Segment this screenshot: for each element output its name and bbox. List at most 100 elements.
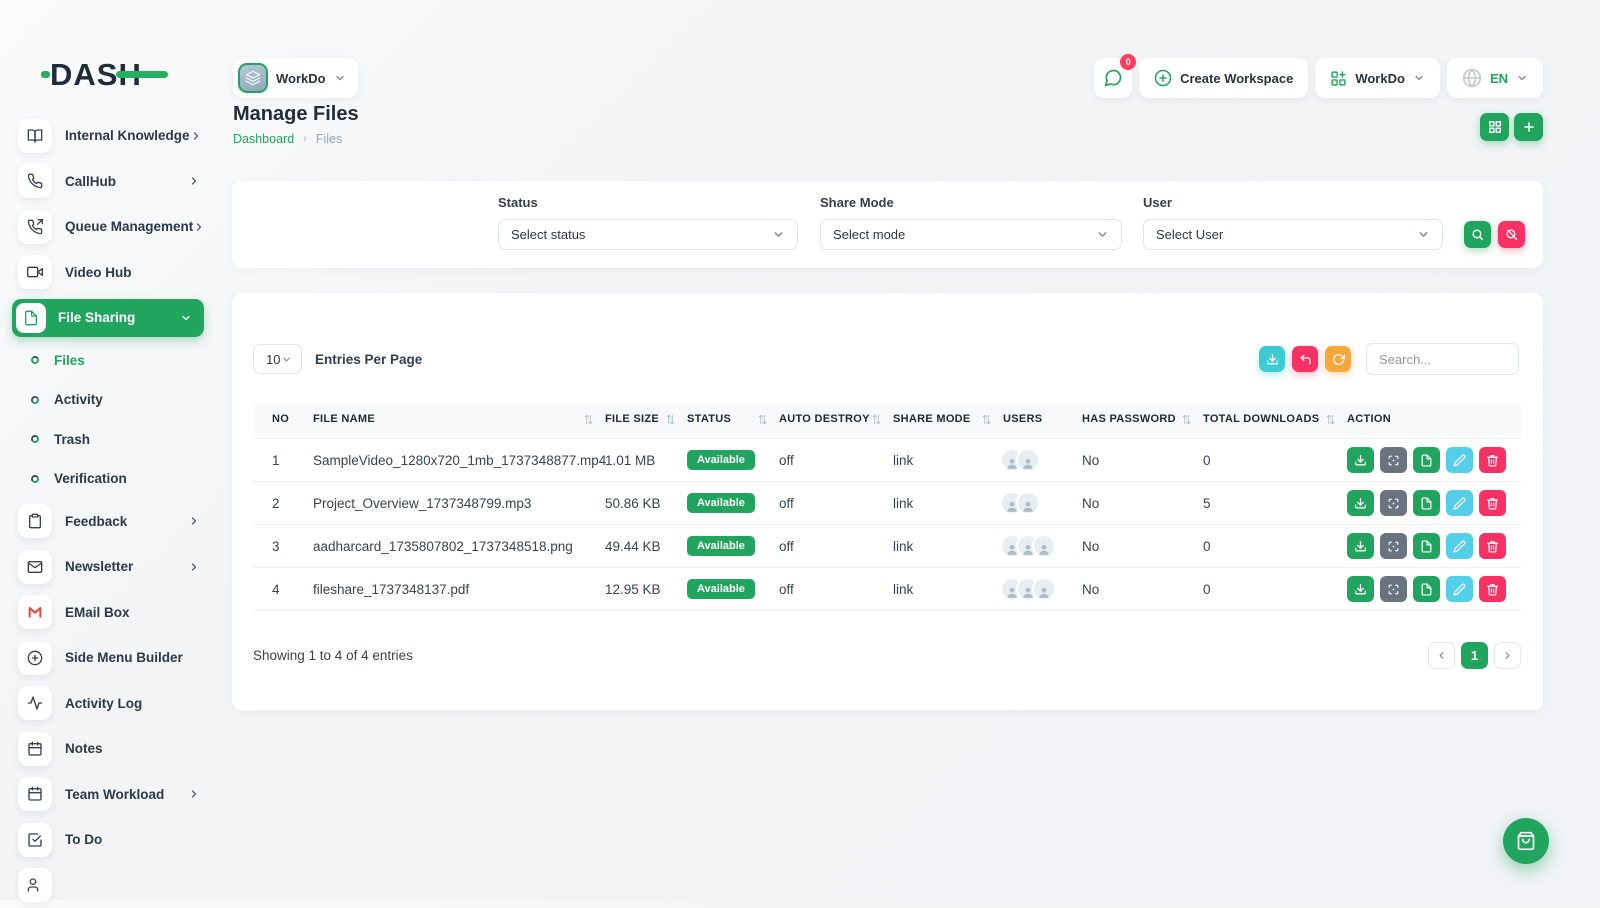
sidebar-subitem-trash[interactable]: Trash	[0, 420, 216, 460]
status-select[interactable]: Select status	[498, 219, 798, 250]
qr-scan-button[interactable]	[1380, 576, 1407, 602]
sidebar-item-file-sharing-pill[interactable]: File Sharing	[12, 299, 204, 337]
column-header-users: USERS	[1003, 413, 1082, 425]
edit-button[interactable]	[1446, 576, 1473, 602]
edit-button[interactable]	[1446, 490, 1473, 516]
cell-total-downloads: 5	[1203, 496, 1347, 511]
edit-button[interactable]	[1446, 533, 1473, 559]
entries-per-page-select[interactable]: 10	[253, 344, 302, 374]
delete-button[interactable]	[1479, 576, 1506, 602]
download-file-button[interactable]	[1347, 490, 1374, 516]
entries-per-page-value: 10	[266, 352, 280, 367]
cell-total-downloads: 0	[1203, 453, 1347, 468]
column-header-status[interactable]: STATUS	[687, 413, 779, 425]
qr-scan-button[interactable]	[1380, 490, 1407, 516]
delete-button[interactable]	[1479, 490, 1506, 516]
chevron-right-icon	[188, 788, 200, 800]
download-icon	[1354, 540, 1367, 553]
sidebar-item-newsletter[interactable]: Newsletter	[0, 544, 216, 590]
messenger-badge: 0	[1120, 54, 1136, 70]
undo-icon	[1299, 353, 1312, 366]
pagination-next-button[interactable]	[1494, 642, 1521, 669]
undo-button[interactable]	[1292, 346, 1318, 372]
sidebar-item-label: EMail Box	[65, 605, 200, 620]
sidebar-item-to-do[interactable]: To Do	[0, 817, 216, 863]
sidebar-item-activity-log[interactable]: Activity Log	[0, 681, 216, 727]
edit-button[interactable]	[1446, 447, 1473, 473]
bullet-icon	[30, 435, 39, 444]
table-search-input[interactable]	[1366, 343, 1519, 375]
download-file-button[interactable]	[1347, 447, 1374, 473]
app-logo[interactable]: DASH	[50, 57, 160, 91]
sidebar-item-email-box[interactable]: EMail Box	[0, 590, 216, 636]
page-title: Manage Files	[233, 103, 359, 126]
file-details-button[interactable]	[1413, 447, 1440, 473]
create-workspace-button[interactable]: Create Workspace	[1139, 58, 1308, 98]
sidebar-item-video-hub[interactable]: Video Hub	[0, 250, 216, 296]
breadcrumb-dashboard-link[interactable]: Dashboard	[233, 132, 294, 146]
delete-button[interactable]	[1479, 533, 1506, 559]
column-header-share-mode[interactable]: SHARE MODE	[893, 413, 1003, 425]
sidebar-item-feedback[interactable]: Feedback	[0, 499, 216, 545]
file-details-button[interactable]	[1413, 576, 1440, 602]
status-badge: Available	[687, 450, 755, 470]
chevron-right-icon	[193, 221, 205, 233]
sidebar-item-label: CallHub	[65, 174, 188, 189]
file-details-button[interactable]	[1413, 490, 1440, 516]
column-header-auto-destroy[interactable]: AUTO DESTROY	[779, 413, 893, 425]
files-table: NO FILE NAME FILE SIZE STATUS AUTO DESTR…	[253, 403, 1521, 611]
cell-has-password: No	[1082, 453, 1203, 468]
column-header-has-password[interactable]: HAS PASSWORD	[1082, 413, 1203, 425]
cell-users	[1003, 448, 1082, 472]
apply-filter-button[interactable]	[1464, 221, 1491, 248]
qr-scan-button[interactable]	[1380, 533, 1407, 559]
workspace-switcher[interactable]: WorkDo	[233, 58, 358, 98]
export-download-button[interactable]	[1259, 346, 1285, 372]
sidebar-subitem-verification[interactable]: Verification	[0, 459, 216, 499]
column-header-file-name[interactable]: FILE NAME	[313, 413, 605, 425]
sidebar-item-partial[interactable]	[0, 863, 216, 908]
table-header-row: NO FILE NAME FILE SIZE STATUS AUTO DESTR…	[253, 403, 1521, 435]
user-avatars	[1000, 448, 1082, 472]
workspace-menu-label: WorkDo	[1355, 71, 1405, 86]
messenger-button[interactable]: 0	[1094, 58, 1132, 98]
sidebar-subitem-files[interactable]: Files	[0, 341, 216, 381]
sidebar-item-side-menu-builder[interactable]: Side Menu Builder	[0, 635, 216, 681]
sidebar-subitem-label: Activity	[54, 392, 103, 407]
sidebar-item-queue-management[interactable]: Queue Management	[0, 204, 216, 250]
language-selector[interactable]: EN	[1447, 58, 1543, 98]
sidebar-item-callhub[interactable]: CallHub	[0, 159, 216, 205]
column-header-total-downloads[interactable]: TOTAL DOWNLOADS	[1203, 413, 1347, 425]
refresh-button[interactable]	[1325, 346, 1351, 372]
scan-icon	[1387, 583, 1400, 596]
sidebar-item-internal-knowledge[interactable]: Internal Knowledge	[0, 113, 216, 159]
user-select[interactable]: Select User	[1143, 219, 1443, 250]
grid-view-button[interactable]	[1480, 113, 1509, 141]
bullet-icon	[30, 356, 39, 365]
delete-button[interactable]	[1479, 447, 1506, 473]
cart-fab-button[interactable]	[1503, 818, 1549, 864]
qr-scan-button[interactable]	[1380, 447, 1407, 473]
share-mode-select[interactable]: Select mode	[820, 219, 1122, 250]
cell-share-mode: link	[893, 582, 1003, 597]
file-details-button[interactable]	[1413, 533, 1440, 559]
clear-filter-button[interactable]	[1498, 221, 1525, 248]
user-filter: User Select User	[1143, 195, 1443, 250]
download-file-button[interactable]	[1347, 533, 1374, 559]
video-icon	[18, 255, 52, 289]
column-header-file-size[interactable]: FILE SIZE	[605, 413, 687, 425]
sidebar-item-notes[interactable]: Notes	[0, 726, 216, 772]
sidebar-item-label: Side Menu Builder	[65, 650, 200, 665]
sidebar-subitem-activity[interactable]: Activity	[0, 380, 216, 420]
sidebar-item-label: Activity Log	[65, 696, 200, 711]
chevron-down-icon	[1516, 72, 1528, 84]
pagination-prev-button[interactable]	[1428, 642, 1455, 669]
cell-file-name: Project_Overview_1737348799.mp3	[313, 496, 605, 511]
workspace-menu[interactable]: WorkDo	[1315, 58, 1440, 98]
pagination-page-1-button[interactable]: 1	[1461, 642, 1488, 669]
sidebar-item-team-workload[interactable]: Team Workload	[0, 772, 216, 818]
add-file-button[interactable]	[1514, 113, 1543, 141]
sidebar-item-label: Team Workload	[65, 787, 188, 802]
download-file-button[interactable]	[1347, 576, 1374, 602]
cell-auto-destroy: off	[779, 496, 893, 511]
